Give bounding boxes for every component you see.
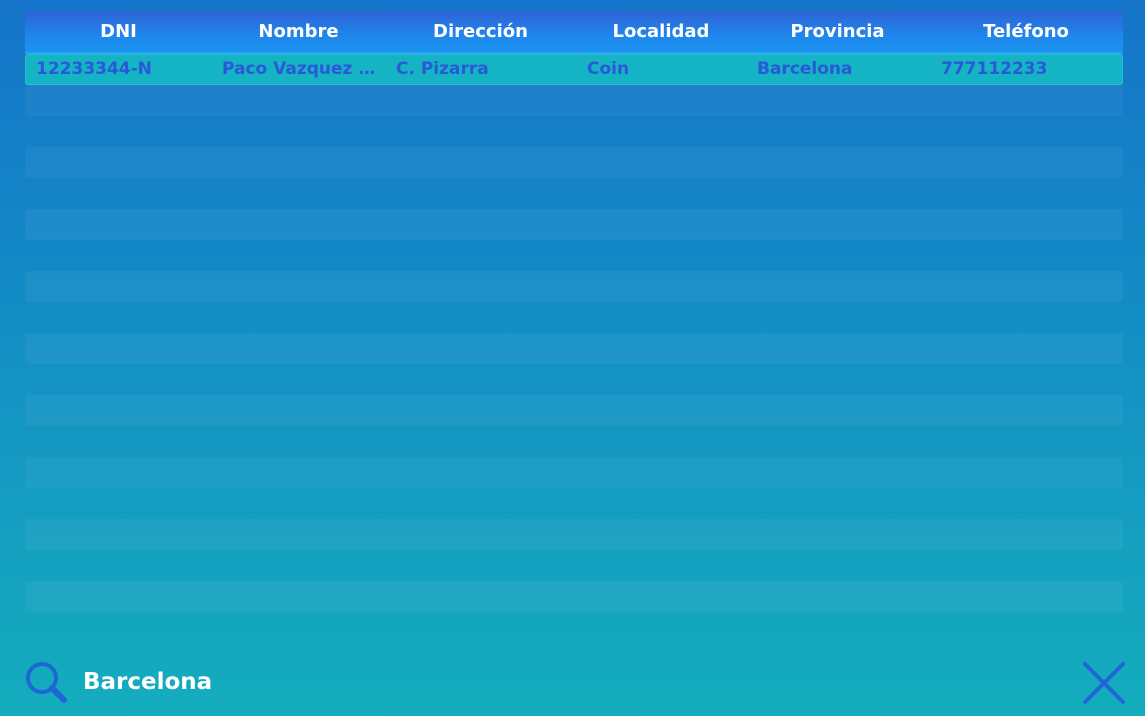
cell-nombre: Paco Vazquez Ga... bbox=[222, 59, 384, 79]
empty-row bbox=[25, 488, 1123, 519]
table-header: DNI Nombre Dirección Localidad Provincia… bbox=[25, 11, 1123, 54]
empty-row bbox=[25, 581, 1123, 612]
column-header-dni[interactable]: DNI bbox=[25, 11, 212, 52]
cell-provincia: Barcelona bbox=[757, 59, 853, 79]
close-icon[interactable] bbox=[1082, 661, 1126, 705]
column-header-nombre[interactable]: Nombre bbox=[212, 11, 385, 52]
empty-row bbox=[25, 333, 1123, 364]
empty-row bbox=[25, 147, 1123, 178]
empty-row bbox=[25, 271, 1123, 302]
search-icon[interactable] bbox=[24, 660, 68, 704]
empty-row bbox=[25, 240, 1123, 271]
empty-row bbox=[25, 395, 1123, 426]
empty-row bbox=[25, 85, 1123, 116]
empty-row bbox=[25, 364, 1123, 395]
table-row[interactable]: 12233344-N Paco Vazquez Ga... C. Pizarra… bbox=[25, 54, 1123, 85]
column-header-provincia[interactable]: Provincia bbox=[746, 11, 929, 52]
empty-row bbox=[25, 116, 1123, 147]
cell-dni: 12233344-N bbox=[36, 59, 152, 79]
column-header-direccion[interactable]: Dirección bbox=[385, 11, 576, 52]
empty-row bbox=[25, 209, 1123, 240]
empty-row bbox=[25, 178, 1123, 209]
empty-row bbox=[25, 426, 1123, 457]
empty-row bbox=[25, 302, 1123, 333]
empty-row bbox=[25, 550, 1123, 581]
results-table: DNI Nombre Dirección Localidad Provincia… bbox=[25, 11, 1123, 612]
column-header-telefono[interactable]: Teléfono bbox=[929, 11, 1123, 52]
empty-row bbox=[25, 519, 1123, 550]
column-header-localidad[interactable]: Localidad bbox=[576, 11, 746, 52]
empty-row bbox=[25, 457, 1123, 488]
search-input[interactable]: Barcelona bbox=[83, 665, 212, 699]
cell-localidad: Coin bbox=[587, 59, 630, 79]
cell-direccion: C. Pizarra bbox=[396, 59, 489, 79]
cell-telefono: 777112233 bbox=[941, 59, 1048, 79]
